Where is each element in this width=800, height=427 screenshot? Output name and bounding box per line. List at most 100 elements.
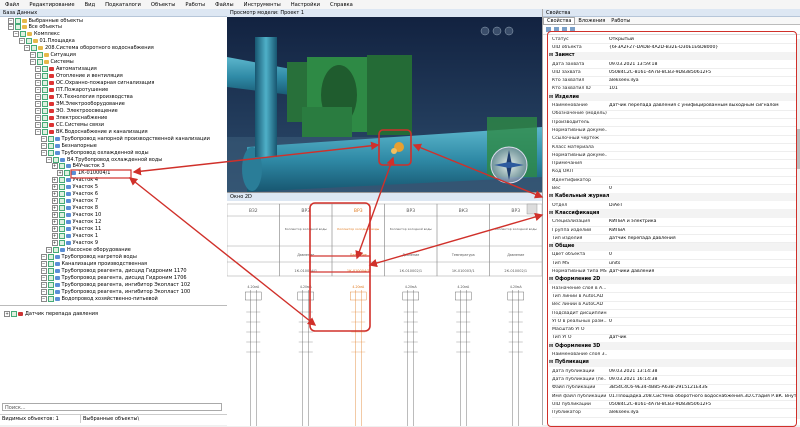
tree-item[interactable]: + Участок 9: [51, 239, 98, 246]
close-icon[interactable]: [504, 26, 514, 36]
tree-item[interactable]: + В4Участок 3: [51, 163, 105, 170]
tree-checkbox[interactable]: [47, 274, 54, 281]
expand-icon[interactable]: −: [46, 156, 52, 163]
tree-item[interactable]: + Участок 10: [51, 212, 101, 219]
expand-icon[interactable]: +: [51, 219, 58, 226]
tree-checkbox[interactable]: [47, 288, 54, 295]
tree-checkbox[interactable]: [42, 100, 48, 107]
expand-icon[interactable]: +: [51, 226, 58, 232]
tree-checkbox[interactable]: [47, 267, 54, 274]
expand-icon[interactable]: −: [29, 52, 36, 59]
tree-checkbox[interactable]: [58, 232, 65, 239]
tree-checkbox[interactable]: [42, 80, 48, 87]
tree-checkbox[interactable]: [42, 114, 48, 121]
tree-item[interactable]: +1К-010004/1: [57, 170, 111, 177]
tree-checkbox[interactable]: [42, 128, 48, 135]
expand-icon[interactable]: −: [35, 121, 41, 128]
tree-checkbox[interactable]: [58, 226, 65, 232]
tree-checkbox[interactable]: [14, 17, 21, 24]
expand-icon[interactable]: +: [51, 163, 58, 170]
expand-icon[interactable]: −: [40, 142, 47, 149]
schematic-drawing[interactable]: ВЗ2 4-20мА ВР3 Коллектор холодной воды Давле…: [227, 202, 542, 426]
tree-checkbox[interactable]: [47, 149, 54, 156]
tree-item[interactable]: − Все объекты: [7, 24, 62, 31]
tree-item[interactable]: − Трубопровод реагента, ингибитор Экоплас…: [40, 281, 190, 288]
tree-item[interactable]: − ВК.Водоснабжение и канализация: [35, 128, 148, 135]
tree-item[interactable]: − Трубопровод реагента, ингибитор Экоплас…: [40, 288, 190, 295]
settings-icon[interactable]: [492, 26, 502, 36]
expand-icon[interactable]: +: [51, 239, 58, 246]
tree-item[interactable]: − ЭМ.Электрооборудование: [35, 100, 125, 107]
expand-icon[interactable]: +: [51, 198, 58, 205]
selected-object-item[interactable]: + Датчик перепада давления: [4, 310, 98, 317]
tree-checkbox[interactable]: [36, 52, 43, 59]
window-2d[interactable]: Окно 2D ВЗ2 4-20мА ВР3 Коллектор холодной в…: [227, 192, 542, 426]
tree-checkbox[interactable]: [36, 59, 43, 66]
expand-icon[interactable]: −: [40, 267, 47, 274]
expand-icon[interactable]: −: [35, 66, 41, 73]
tree-item[interactable]: + Участок 6: [51, 191, 98, 198]
tree-checkbox[interactable]: [42, 87, 48, 93]
expand-icon[interactable]: −: [29, 59, 36, 66]
expand-icon[interactable]: −: [40, 274, 47, 281]
tree-item[interactable]: − ЭО. Электроосвещение: [35, 107, 118, 114]
expand-icon[interactable]: −: [40, 253, 47, 260]
expand-icon[interactable]: −: [7, 17, 14, 24]
tree-checkbox[interactable]: [42, 93, 48, 100]
tree-checkbox[interactable]: [47, 281, 54, 288]
tree-item[interactable]: + Участок 4: [51, 177, 98, 184]
tree-item[interactable]: − Выбранные объекты: [7, 17, 83, 24]
expand-icon[interactable]: −: [46, 246, 52, 253]
tree-checkbox[interactable]: [47, 142, 54, 149]
tree-checkbox[interactable]: [47, 260, 54, 267]
expand-icon[interactable]: −: [35, 80, 41, 87]
expand-icon[interactable]: +: [51, 232, 58, 239]
tree-item[interactable]: + Участок 12: [51, 219, 101, 226]
menu-item-3[interactable]: Подкаталоги: [100, 2, 146, 8]
tree-item[interactable]: − Водопровод хозяйственно-питьевой: [40, 295, 158, 302]
expand-icon[interactable]: −: [35, 93, 41, 100]
tree-item[interactable]: − СС.Системы связи: [35, 121, 104, 128]
expand-icon[interactable]: −: [24, 45, 30, 52]
tree-checkbox[interactable]: [58, 205, 65, 212]
tree-item[interactable]: − Трубопровод напорной производственной к…: [40, 135, 210, 142]
expand-icon[interactable]: −: [35, 107, 41, 114]
tree-item[interactable]: − ПТ.Пожаротушение: [35, 87, 108, 94]
tree-checkbox[interactable]: [31, 45, 37, 52]
expand-icon[interactable]: −: [35, 114, 41, 121]
model-3d-scene[interactable]: [227, 17, 542, 192]
expand-icon[interactable]: −: [18, 38, 25, 45]
tree-checkbox[interactable]: [58, 239, 65, 246]
tree-item[interactable]: − Автоматизация: [35, 66, 97, 73]
menu-item-4[interactable]: Объекты: [146, 2, 180, 8]
tree-checkbox[interactable]: [58, 219, 65, 226]
scroll-button[interactable]: [526, 203, 538, 215]
tree-item[interactable]: − Трубопровод реагента, дисцид Гидроним 1…: [40, 274, 187, 281]
tree-item[interactable]: − Трубопровод охлажденной воды: [40, 149, 149, 156]
expand-icon[interactable]: −: [40, 149, 47, 156]
tree-item[interactable]: − Безнапорные: [40, 142, 97, 149]
menu-item-1[interactable]: Редактирование: [24, 2, 79, 8]
tree-item[interactable]: − Системы: [29, 59, 74, 66]
search-input[interactable]: Поиск...: [2, 403, 222, 411]
tree-item[interactable]: + Участок 5: [51, 184, 98, 191]
zoom-icon[interactable]: [480, 26, 490, 36]
tree-checkbox[interactable]: [14, 24, 21, 31]
expand-icon[interactable]: +: [51, 191, 58, 198]
expand-icon[interactable]: −: [35, 100, 41, 107]
tree-item[interactable]: − Ситуация: [29, 52, 76, 59]
menu-item-6[interactable]: Файлы: [210, 2, 238, 8]
expand-icon[interactable]: −: [40, 281, 47, 288]
tree-item[interactable]: − Отопление и вентиляция: [35, 73, 123, 80]
tree-checkbox[interactable]: [58, 212, 65, 219]
tree-item[interactable]: − ТХ.Технология производства: [35, 93, 133, 100]
expand-icon[interactable]: −: [35, 87, 41, 93]
expand-icon[interactable]: −: [40, 260, 47, 267]
tab-1[interactable]: Вложения: [575, 18, 608, 24]
tree-checkbox[interactable]: [20, 31, 26, 38]
tree-item[interactable]: − Насосное оборудование: [46, 246, 131, 253]
tree-item[interactable]: − 01.Площадка: [18, 38, 75, 45]
expand-icon[interactable]: +: [51, 205, 58, 212]
tab-2[interactable]: Работы: [608, 18, 633, 24]
tree-item[interactable]: − Комплекс: [13, 31, 60, 38]
